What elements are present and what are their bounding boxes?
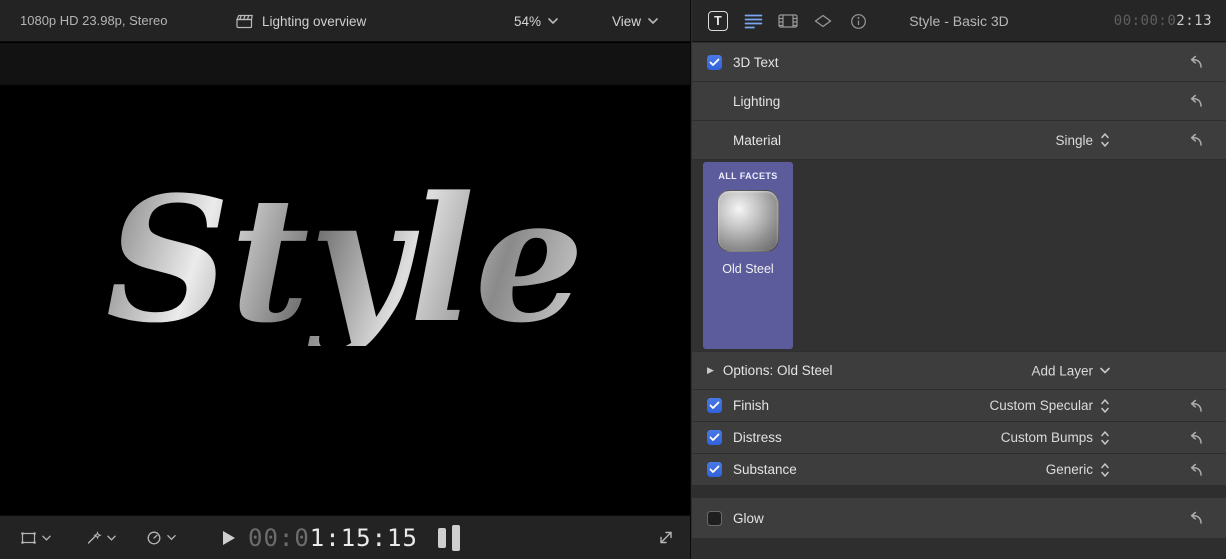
row-label: 3D Text [733,55,779,70]
swatch-header: ALL FACETS [703,171,793,181]
clapperboard-icon [236,14,253,29]
play-button[interactable] [223,531,235,545]
material-popup[interactable]: Single [1055,132,1110,148]
chevron-down-icon [1100,368,1110,374]
row-glow: Glow [692,498,1226,538]
timecode-dim-digits: 00:00:0 [1114,13,1177,29]
expand-icon [658,530,674,545]
reset-icon [1188,95,1204,108]
reset-icon [1188,431,1204,444]
playhead-timecode[interactable]: 00:01:15:15 [248,524,418,552]
disclosure-triangle-icon[interactable]: ▶ [707,365,714,376]
material-name: Old Steel [703,262,793,276]
timecode-dim-digits: 00:0 [248,524,310,552]
check-icon [709,433,720,442]
chevron-down-icon [107,535,116,541]
checkbox-3d-text[interactable] [707,55,722,70]
app-window: 1080p HD 23.98p, Stereo Lighting overvie… [0,0,1226,559]
chevron-down-icon [42,535,51,541]
check-icon [709,401,720,410]
row-distress: Distress Custom Bumps [692,422,1226,453]
row-label: Finish [733,398,769,413]
view-label: View [612,14,641,29]
chevron-down-icon [167,535,176,541]
retime-tool-menu[interactable] [146,530,176,545]
transform-tool-icon [20,531,37,545]
checkbox-glow[interactable] [707,511,722,526]
reset-icon [1188,134,1204,147]
viewer-pane: 1080p HD 23.98p, Stereo Lighting overvie… [0,0,691,559]
row-label: Options: Old Steel [723,363,833,378]
keying-tool-icon [86,531,102,545]
popup-value: Custom Bumps [1001,430,1093,445]
chevron-down-icon [648,18,658,24]
checkbox-substance[interactable] [707,462,722,477]
audio-meter-bar [438,528,446,548]
check-icon [709,465,720,474]
reset-button[interactable] [1188,56,1204,69]
reset-button[interactable] [1188,431,1204,444]
row-3d-text: 3D Text [692,43,1226,81]
viewer-toolbar-top: 1080p HD 23.98p, Stereo Lighting overvie… [0,0,690,42]
reset-icon [1188,512,1204,525]
popup-value: Custom Specular [989,398,1093,413]
expand-viewer-button[interactable] [658,530,674,550]
audio-meter-bar [452,525,460,551]
inspector-timecode: 00:00:02:13 [1114,13,1212,29]
timecode-bright-digits: 2:13 [1176,13,1212,29]
row-label: Distress [733,430,782,445]
zoom-value: 54% [514,14,541,29]
row-substance: Substance Generic [692,454,1226,485]
reset-button[interactable] [1188,463,1204,476]
row-options: ▶ Options: Old Steel Add Layer [692,352,1226,389]
finish-popup[interactable]: Custom Specular [989,398,1110,414]
row-lighting: Lighting [692,82,1226,120]
reset-button[interactable] [1188,134,1204,147]
reset-icon [1188,399,1204,412]
canvas[interactable]: Style [0,43,690,515]
retime-tool-icon [146,530,162,545]
project-title: Lighting overview [262,14,366,29]
keying-tool-menu[interactable] [86,531,116,545]
inspector-header: T [692,0,1226,42]
row-label: Lighting [733,94,780,109]
reset-icon [1188,56,1204,69]
row-label: Substance [733,462,797,477]
row-label: Material [733,133,781,148]
add-layer-button[interactable]: Add Layer [1031,363,1110,378]
material-swatch-selected[interactable]: ALL FACETS Old Steel [703,162,793,349]
popup-chevrons-icon [1100,132,1110,148]
row-label: Glow [733,511,764,526]
inspector-pane: T [692,0,1226,559]
format-label: 1080p HD 23.98p, Stereo [20,13,167,28]
popup-chevrons-icon [1100,430,1110,446]
checkbox-distress[interactable] [707,430,722,445]
popup-chevrons-icon [1100,398,1110,414]
view-dropdown[interactable]: View [612,10,658,32]
popup-value: Generic [1046,462,1093,477]
canvas-3d-text[interactable]: Style [106,174,584,346]
material-thumbnail [717,190,779,252]
chevron-down-icon [548,18,558,24]
substance-popup[interactable]: Generic [1046,462,1110,478]
row-finish: Finish Custom Specular [692,390,1226,421]
material-well: ALL FACETS Old Steel [692,160,1226,351]
popup-value: Single [1055,133,1093,148]
transform-tool-menu[interactable] [20,531,51,545]
check-icon [709,58,720,67]
reset-button[interactable] [1188,95,1204,108]
reset-button[interactable] [1188,512,1204,525]
viewer-toolbar-bottom: 00:01:15:15 [0,515,690,559]
row-material: Material Single [692,121,1226,159]
reset-button[interactable] [1188,399,1204,412]
zoom-dropdown[interactable]: 54% [514,10,558,32]
reset-icon [1188,463,1204,476]
project-title-group: Lighting overview [236,10,366,32]
checkbox-finish[interactable] [707,398,722,413]
popup-chevrons-icon [1100,462,1110,478]
add-layer-label: Add Layer [1031,363,1093,378]
distress-popup[interactable]: Custom Bumps [1001,430,1110,446]
timecode-bright-digits: 1:15:15 [310,524,418,552]
